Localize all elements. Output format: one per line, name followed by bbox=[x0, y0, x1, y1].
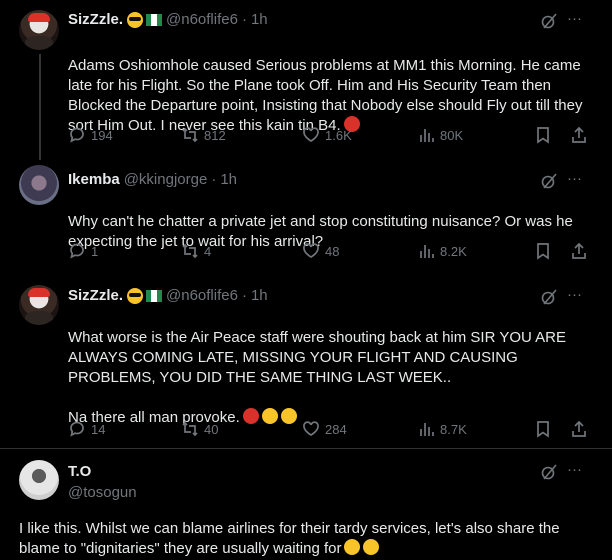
share-icon bbox=[572, 420, 586, 437]
views-count: 8.7K bbox=[440, 421, 467, 437]
repost-icon bbox=[182, 127, 198, 143]
reply-icon bbox=[70, 243, 84, 259]
display-name[interactable]: SizZzle. bbox=[68, 11, 123, 28]
reply-count: 14 bbox=[91, 421, 106, 437]
repost-button[interactable]: 40 bbox=[181, 420, 218, 438]
like-count: 48 bbox=[325, 243, 340, 259]
share-button[interactable] bbox=[570, 420, 588, 438]
avatar[interactable] bbox=[19, 285, 59, 325]
tweet-text: What worse is the Air Peace staff were s… bbox=[68, 329, 567, 426]
views-icon bbox=[420, 129, 434, 142]
reply-icon bbox=[70, 127, 84, 143]
bookmark-button[interactable] bbox=[534, 242, 552, 260]
handle[interactable]: @n6oflife6 bbox=[166, 11, 238, 28]
repost-button[interactable]: 4 bbox=[181, 242, 211, 260]
handle[interactable]: @tosogun bbox=[68, 484, 137, 501]
avatar[interactable] bbox=[19, 460, 59, 500]
views-button[interactable]: 8.7K bbox=[417, 420, 467, 438]
views-count: 80K bbox=[440, 127, 464, 143]
share-icon bbox=[572, 126, 586, 143]
share-button[interactable] bbox=[570, 126, 588, 144]
more-icon[interactable]: ··· bbox=[567, 170, 582, 187]
avatar[interactable] bbox=[19, 10, 59, 50]
grok-icon[interactable] bbox=[540, 463, 558, 485]
more-icon[interactable]: ··· bbox=[567, 461, 582, 478]
timestamp[interactable]: 1h bbox=[220, 171, 237, 188]
share-button[interactable] bbox=[570, 242, 588, 260]
views-button[interactable]: 80K bbox=[417, 126, 463, 144]
bookmark-icon bbox=[537, 421, 549, 438]
separator: · bbox=[241, 11, 247, 28]
more-icon[interactable]: ··· bbox=[567, 10, 582, 27]
grok-icon[interactable] bbox=[540, 12, 558, 34]
bookmark-button[interactable] bbox=[534, 126, 552, 144]
tweet-text: I like this. Whilst we can blame airline… bbox=[19, 520, 560, 557]
avatar[interactable] bbox=[19, 165, 59, 205]
handle[interactable]: @kkingjorge bbox=[124, 171, 208, 188]
timestamp[interactable]: 1h bbox=[251, 11, 268, 28]
tweet-2[interactable]: Ikemba @kkingjorge · 1h ··· Why can't he… bbox=[0, 160, 612, 275]
views-count: 8.2K bbox=[440, 243, 467, 259]
bookmark-icon bbox=[537, 243, 549, 260]
grok-icon[interactable] bbox=[540, 288, 558, 310]
like-count: 1.6K bbox=[325, 127, 352, 143]
repost-count: 812 bbox=[204, 127, 226, 143]
reply-count: 194 bbox=[91, 127, 113, 143]
like-icon bbox=[303, 127, 319, 142]
bookmark-icon bbox=[537, 127, 549, 144]
grok-icon[interactable] bbox=[540, 172, 558, 194]
reply-button[interactable]: 194 bbox=[68, 126, 113, 144]
like-button[interactable]: 284 bbox=[302, 420, 347, 438]
repost-icon bbox=[182, 243, 198, 259]
display-name[interactable]: SizZzle. bbox=[68, 287, 123, 304]
handle[interactable]: @n6oflife6 bbox=[166, 287, 238, 304]
reply-icon bbox=[70, 421, 84, 437]
more-icon[interactable]: ··· bbox=[567, 286, 582, 303]
views-icon bbox=[420, 423, 434, 436]
tweet-4[interactable]: T.O @tosogun ··· I like this. Whilst we … bbox=[0, 449, 612, 560]
separator: · bbox=[211, 171, 217, 188]
separator: · bbox=[241, 287, 247, 304]
reply-button[interactable]: 14 bbox=[68, 420, 105, 438]
tweet-text: Adams Oshiomhole caused Serious problems… bbox=[68, 57, 583, 134]
like-count: 284 bbox=[325, 421, 347, 437]
bookmark-button[interactable] bbox=[534, 420, 552, 438]
repost-icon bbox=[182, 421, 198, 437]
sunglasses-emoji-icon bbox=[127, 287, 144, 304]
reply-button[interactable]: 1 bbox=[68, 242, 98, 260]
reply-count: 1 bbox=[91, 243, 99, 259]
like-button[interactable]: 1.6K bbox=[302, 126, 352, 144]
like-button[interactable]: 48 bbox=[302, 242, 339, 260]
eye-roll-emoji-icon bbox=[363, 539, 380, 555]
unamused-emoji-icon bbox=[344, 539, 361, 555]
like-icon bbox=[303, 243, 319, 258]
thread-line bbox=[39, 54, 41, 160]
tweet-1[interactable]: SizZzle. @n6oflife6 · 1h ··· Adams Oshio… bbox=[0, 0, 612, 160]
repost-count: 40 bbox=[204, 421, 219, 437]
sunglasses-emoji-icon bbox=[127, 11, 144, 28]
nigeria-flag-icon bbox=[146, 289, 162, 302]
like-icon bbox=[303, 421, 319, 436]
display-name[interactable]: Ikemba bbox=[68, 171, 120, 188]
display-name[interactable]: T.O bbox=[68, 463, 137, 480]
nigeria-flag-icon bbox=[146, 13, 162, 26]
tweet-3[interactable]: SizZzle. @n6oflife6 · 1h ··· What worse … bbox=[0, 280, 612, 444]
views-button[interactable]: 8.2K bbox=[417, 242, 467, 260]
repost-button[interactable]: 812 bbox=[181, 126, 226, 144]
timestamp[interactable]: 1h bbox=[251, 287, 268, 304]
views-icon bbox=[420, 245, 434, 258]
repost-count: 4 bbox=[204, 243, 212, 259]
share-icon bbox=[572, 242, 586, 259]
